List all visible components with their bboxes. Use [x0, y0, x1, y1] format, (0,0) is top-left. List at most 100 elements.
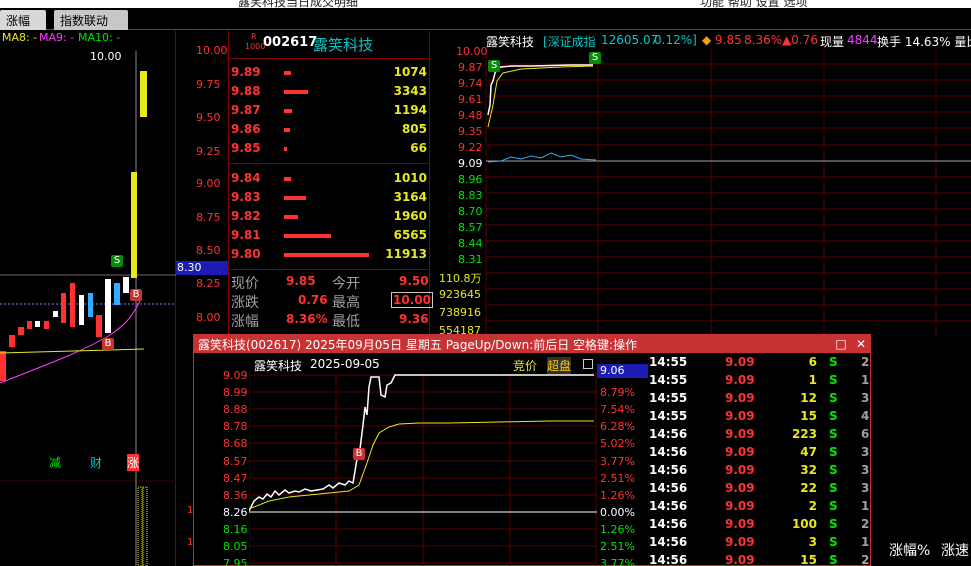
column-header-change-pct[interactable]: 涨幅%	[889, 540, 930, 560]
tick-side: S	[829, 373, 838, 387]
top-strip-left-text: 露笑科技当日成交明细	[238, 0, 359, 8]
popup-axis-label: 8.16	[223, 523, 248, 536]
bid-row[interactable]: 9.82 1960	[229, 209, 429, 227]
ask-bar	[284, 71, 291, 75]
window-title-bar[interactable]: 露笑科技(002617) 2025年09月05日 星期五 PageUp/Down…	[194, 335, 870, 353]
tick-row[interactable]: 14:55 9.09 6 S 2	[647, 355, 871, 373]
intraday-axis-label: 9.09	[458, 157, 483, 170]
tick-row[interactable]: 14:56 9.09 223 S 6	[647, 427, 871, 445]
tick-row[interactable]: 14:56 9.09 47 S 3	[647, 445, 871, 463]
tick-list[interactable]: 14:55 9.09 6 S 2 14:55 9.09 1 S 1 14:55 9.09 12 S 3 …	[647, 353, 871, 566]
kline-event-label[interactable]: 减	[49, 454, 61, 471]
tick-price: 9.09	[725, 553, 755, 566]
tab-quote[interactable]: 涨幅报价	[0, 10, 46, 45]
turnover: 换手 14.63% 量比	[877, 35, 971, 49]
tab-index-linkage[interactable]: 指数联动	[54, 10, 128, 30]
maximize-button[interactable]: □	[832, 335, 850, 353]
stat-value: 9.36	[399, 312, 429, 326]
tick-row[interactable]: 14:56 9.09 3 S 1	[647, 535, 871, 553]
popup-axis-label: 8.68	[223, 437, 248, 450]
bid-price: 9.80	[231, 247, 261, 261]
popup-axis-label: 8.99	[223, 386, 248, 399]
bid-row[interactable]: 9.83 3164	[229, 190, 429, 208]
legend-auction[interactable]: 竞价	[513, 357, 537, 374]
bid-row[interactable]: 9.81 6565	[229, 228, 429, 246]
bid-volume: 1960	[393, 209, 427, 223]
bid-price: 9.81	[231, 228, 261, 242]
ask-row[interactable]: 9.89 1074	[229, 65, 429, 83]
tick-time: 14:55	[649, 355, 688, 369]
tick-volume: 2	[808, 499, 817, 513]
top-strip-menu[interactable]: 功能 帮助 设置 选项	[700, 0, 807, 8]
popup-axis-label: 9.09	[223, 369, 248, 382]
candle	[79, 295, 84, 325]
column-header-speed[interactable]: 涨速	[941, 540, 969, 560]
tick-row[interactable]: 14:56 9.09 22 S 3	[647, 481, 871, 499]
tick-row[interactable]: 14:55 9.09 15 S 4	[647, 409, 871, 427]
stat-value: 0.76	[298, 293, 328, 307]
tab-bar: 涨幅报价 指数联动	[0, 8, 971, 45]
tick-price: 9.09	[725, 391, 755, 405]
close-button[interactable]: ✕	[852, 335, 870, 353]
intraday-volume-axis-label: 110.8万	[439, 272, 482, 285]
popup-pct-label: 3.77%	[600, 557, 635, 566]
tick-side: S	[829, 517, 838, 531]
bid-row[interactable]: 9.80 11913	[229, 247, 429, 265]
kline-event-label[interactable]: 财	[90, 454, 102, 471]
index-label[interactable]: [深证成指	[543, 33, 596, 50]
kline-event-label[interactable]: 涨	[127, 454, 140, 471]
tick-row[interactable]: 14:55 9.09 1 S 1	[647, 373, 871, 391]
tick-count: 2	[861, 517, 870, 531]
tick-count: 1	[861, 535, 870, 549]
popup-current-tag: 9.06	[597, 364, 648, 378]
axis-label: 9.75	[196, 78, 221, 91]
bid-volume: 6565	[393, 228, 427, 242]
ask-row[interactable]: 9.88 3343	[229, 84, 429, 102]
order-book-panel: R 1000 002617 露笑科技 9.89 1074 9.88 3343 9.8…	[228, 31, 433, 336]
intraday-stock-name: 露笑科技	[486, 35, 535, 49]
candle	[70, 283, 75, 327]
tick-row[interactable]: 14:56 9.09 15 S 2	[647, 553, 871, 566]
intraday-axis-label: 9.74	[458, 77, 483, 90]
tick-row[interactable]: 14:56 9.09 100 S 2	[647, 517, 871, 535]
tick-row[interactable]: 14:56 9.09 2 S 1	[647, 499, 871, 517]
tick-row[interactable]: 14:56 9.09 32 S 3	[647, 463, 871, 481]
intraday-axis-label: 10.00	[456, 45, 488, 58]
volume-bar	[142, 486, 148, 566]
ask-row[interactable]: 9.87 1194	[229, 103, 429, 121]
stat-value: 9.50	[399, 274, 429, 288]
tick-side: S	[829, 409, 838, 423]
intraday-sell-marker[interactable]: S	[589, 52, 601, 64]
intraday-axis-label: 8.31	[458, 253, 483, 266]
tick-price: 9.09	[725, 463, 755, 477]
tick-price: 9.09	[725, 409, 755, 423]
tick-price: 9.09	[725, 499, 755, 513]
ask-row[interactable]: 9.86 805	[229, 122, 429, 140]
kline-chart	[0, 51, 176, 566]
popup-axis-label: 8.26	[223, 506, 248, 519]
tick-row[interactable]: 14:55 9.09 12 S 3	[647, 391, 871, 409]
axis-label: 9.00	[196, 177, 221, 190]
intraday-axis-label: 8.96	[458, 173, 483, 186]
intraday-sell-marker[interactable]: S	[488, 60, 500, 72]
ask-price: 9.88	[231, 84, 261, 98]
toggle-icon[interactable]	[583, 359, 593, 369]
bid-row[interactable]: 9.84 1010	[229, 171, 429, 189]
ask-row[interactable]: 9.85 66	[229, 141, 429, 159]
intraday-price: 9.85	[715, 33, 742, 47]
candle	[114, 283, 120, 305]
axis-label: 9.50	[196, 111, 221, 124]
kline-panel[interactable]: MA8: - MA9: - MA10: - 10.00 S B B 减 财 涨	[0, 31, 176, 566]
legend-superdisk[interactable]: 超盘	[547, 357, 572, 374]
popup-pct-label: 5.02%	[600, 437, 635, 450]
tick-count: 3	[861, 445, 870, 459]
bid-price: 9.84	[231, 171, 261, 185]
intraday-chart-panel[interactable]: 露笑科技 [深证成指 12605.07 0.12%] ◆ 9.85 8.36% …	[431, 31, 971, 337]
popup-pct-label: 7.54%	[600, 403, 635, 416]
stock-name: 露笑科技	[313, 36, 374, 54]
popup-axis-label: 8.88	[223, 403, 248, 416]
ask-bar	[284, 128, 290, 132]
popup-buy-marker[interactable]: B	[353, 448, 365, 460]
tick-time: 14:55	[649, 373, 688, 387]
tick-price: 9.09	[725, 445, 755, 459]
